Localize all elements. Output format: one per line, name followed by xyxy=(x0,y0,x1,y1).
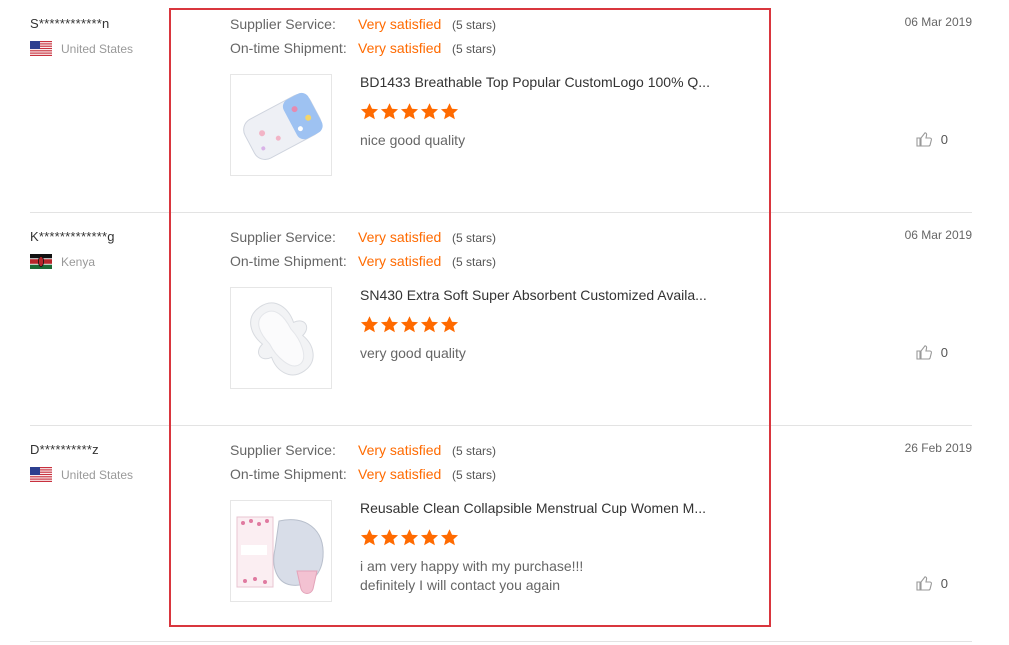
shipment-rating: On-time Shipment: Very satisfied (5 star… xyxy=(230,253,496,277)
review-item: S************n United States Supplier Se… xyxy=(30,0,972,213)
supplier-service-stars: (5 stars) xyxy=(452,18,497,32)
product-info: BD1433 Breathable Top Popular CustomLogo… xyxy=(360,74,710,176)
star-icon xyxy=(420,316,439,333)
review-date: 06 Mar 2019 xyxy=(904,228,972,242)
shipment-rating: On-time Shipment: Very satisfied (5 star… xyxy=(230,466,496,490)
star-icon xyxy=(440,529,459,546)
star-icon xyxy=(420,103,439,120)
comment-line: very good quality xyxy=(360,345,466,361)
star-icon xyxy=(400,529,419,546)
supplier-service-label: Supplier Service: xyxy=(230,229,336,245)
buyer-name: D**********z xyxy=(30,442,99,457)
buyer-info: S************n United States xyxy=(30,16,180,56)
sanitary-pad-image xyxy=(231,288,331,388)
thumbs-up-icon xyxy=(916,576,932,591)
buyer-name: S************n xyxy=(30,16,110,31)
supplier-service-label: Supplier Service: xyxy=(230,16,336,32)
product-review: Reusable Clean Collapsible Menstrual Cup… xyxy=(230,500,706,602)
product-rating-stars xyxy=(360,528,706,547)
product-info: SN430 Extra Soft Super Absorbent Customi… xyxy=(360,287,707,389)
star-icon xyxy=(380,316,399,333)
supplier-service-rating: Supplier Service: Very satisfied (5 star… xyxy=(230,16,496,40)
product-review: SN430 Extra Soft Super Absorbent Customi… xyxy=(230,287,707,389)
review-date: 06 Mar 2019 xyxy=(904,15,972,29)
star-icon xyxy=(400,316,419,333)
buyer-info: K*************g Kenya xyxy=(30,229,180,269)
supplier-service-rating: Supplier Service: Very satisfied (5 star… xyxy=(230,229,496,253)
us-flag-icon xyxy=(30,467,52,482)
star-icon xyxy=(440,103,459,120)
product-thumbnail[interactable] xyxy=(230,74,332,176)
review-comment: very good quality xyxy=(360,344,707,363)
buyer-name: K*************g xyxy=(30,229,115,244)
supplier-service-label: Supplier Service: xyxy=(230,442,336,458)
comment-line: nice good quality xyxy=(360,132,466,148)
product-thumbnail[interactable] xyxy=(230,500,332,602)
kenya-flag-icon xyxy=(30,254,52,269)
product-review: BD1433 Breathable Top Popular CustomLogo… xyxy=(230,74,710,176)
review-date: 26 Feb 2019 xyxy=(904,441,972,455)
star-icon xyxy=(360,529,379,546)
us-flag-icon xyxy=(30,41,52,56)
buyer-country: United States xyxy=(30,467,180,482)
product-title-link[interactable]: SN430 Extra Soft Super Absorbent Customi… xyxy=(360,287,707,305)
diaper-image xyxy=(231,75,331,175)
helpful-button[interactable]: 0 xyxy=(915,343,948,361)
product-rating-stars xyxy=(360,102,710,121)
helpful-count: 0 xyxy=(940,575,948,591)
thumbs-up-icon xyxy=(916,132,932,147)
shipment-value: Very satisfied xyxy=(358,40,442,56)
star-icon xyxy=(440,316,459,333)
supplier-service-rating: Supplier Service: Very satisfied (5 star… xyxy=(230,442,496,466)
shipment-value: Very satisfied xyxy=(358,466,442,482)
country-label: United States xyxy=(61,467,134,482)
review-comment: nice good quality xyxy=(360,131,710,150)
shipment-label: On-time Shipment: xyxy=(230,466,347,482)
product-rating-stars xyxy=(360,315,707,334)
review-comment: i am very happy with my purchase!!! defi… xyxy=(360,557,706,595)
review-item: K*************g Kenya Supplier Service: … xyxy=(30,213,972,426)
helpful-count: 0 xyxy=(940,344,948,360)
supplier-service-value: Very satisfied xyxy=(358,229,442,245)
star-icon xyxy=(420,529,439,546)
star-icon xyxy=(380,529,399,546)
product-info: Reusable Clean Collapsible Menstrual Cup… xyxy=(360,500,706,602)
country-label: United States xyxy=(61,41,134,56)
supplier-ratings: Supplier Service: Very satisfied (5 star… xyxy=(230,442,496,490)
star-icon xyxy=(400,103,419,120)
buyer-country: United States xyxy=(30,41,180,56)
star-icon xyxy=(360,103,379,120)
shipment-rating: On-time Shipment: Very satisfied (5 star… xyxy=(230,40,496,64)
shipment-stars: (5 stars) xyxy=(452,255,497,269)
shipment-stars: (5 stars) xyxy=(452,42,497,56)
star-icon xyxy=(380,103,399,120)
thumbs-up-icon xyxy=(916,345,932,360)
helpful-button[interactable]: 0 xyxy=(915,574,948,592)
product-title-link[interactable]: BD1433 Breathable Top Popular CustomLogo… xyxy=(360,74,710,92)
supplier-ratings: Supplier Service: Very satisfied (5 star… xyxy=(230,16,496,64)
buyer-country: Kenya xyxy=(30,254,180,269)
star-icon xyxy=(360,316,379,333)
shipment-value: Very satisfied xyxy=(358,253,442,269)
supplier-service-stars: (5 stars) xyxy=(452,444,497,458)
helpful-count: 0 xyxy=(940,131,948,147)
menstrual-cup-image xyxy=(231,501,331,601)
product-thumbnail[interactable] xyxy=(230,287,332,389)
supplier-service-value: Very satisfied xyxy=(358,442,442,458)
product-title-link[interactable]: Reusable Clean Collapsible Menstrual Cup… xyxy=(360,500,706,518)
shipment-label: On-time Shipment: xyxy=(230,40,347,56)
country-label: Kenya xyxy=(61,254,96,269)
helpful-button[interactable]: 0 xyxy=(915,130,948,148)
buyer-info: D**********z United States xyxy=(30,442,180,482)
comment-line: definitely I will contact you again xyxy=(360,577,560,593)
supplier-service-stars: (5 stars) xyxy=(452,231,497,245)
supplier-service-value: Very satisfied xyxy=(358,16,442,32)
shipment-label: On-time Shipment: xyxy=(230,253,347,269)
supplier-ratings: Supplier Service: Very satisfied (5 star… xyxy=(230,229,496,277)
review-item: D**********z United States Supplier Serv… xyxy=(30,426,972,642)
shipment-stars: (5 stars) xyxy=(452,468,497,482)
comment-line: i am very happy with my purchase!!! xyxy=(360,558,584,574)
